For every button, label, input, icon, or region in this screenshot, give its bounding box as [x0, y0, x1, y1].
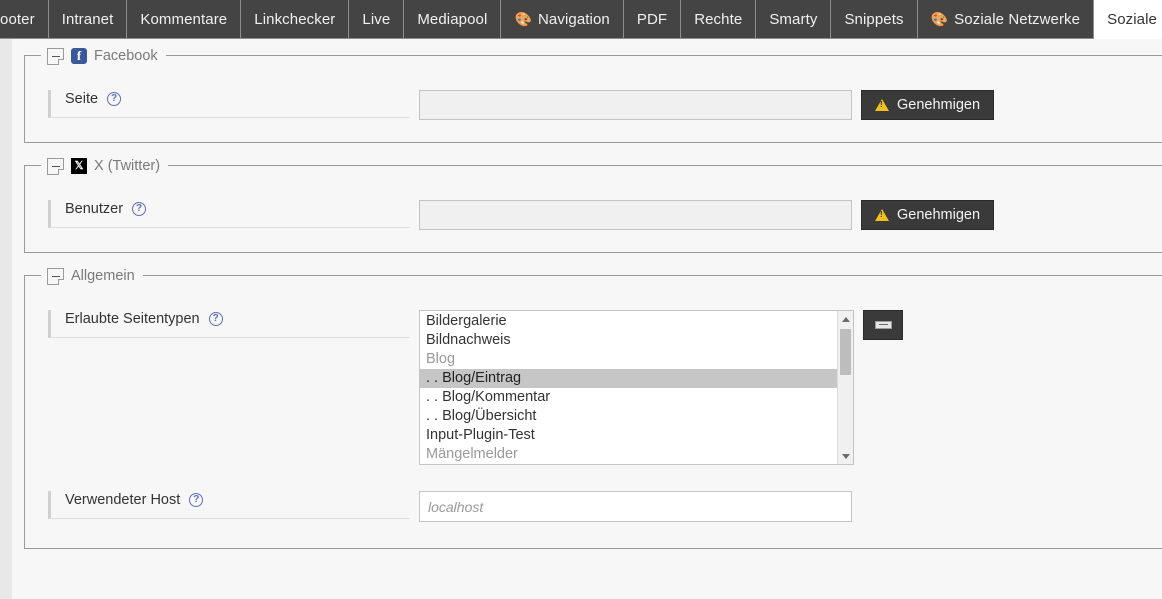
- tab-label: Rechte: [694, 10, 743, 28]
- twitter-benutzer-input[interactable]: [419, 200, 852, 230]
- fieldset-twitter-title: X (Twitter): [94, 158, 161, 174]
- label-verwendeter-host: Verwendeter Host ?: [48, 491, 410, 519]
- tab-rechte[interactable]: Rechte: [681, 0, 757, 39]
- tab-bar: ◁ ooterIntranetKommentareLinkcheckerLive…: [0, 0, 1162, 39]
- button-label: Genehmigen: [897, 97, 981, 113]
- listbox-option[interactable]: . . Blog/Kommentar: [420, 388, 837, 407]
- tab-label: Kommentare: [140, 10, 228, 28]
- tab-mediapool[interactable]: Mediapool: [404, 0, 502, 39]
- fieldset-twitter-body: Benutzer ? Genehmigen: [25, 166, 1162, 252]
- tab-label: Soziale Netzwerke: [1107, 10, 1162, 28]
- help-icon[interactable]: ?: [208, 312, 223, 326]
- field-facebook-seite: Genehmigen: [410, 90, 995, 120]
- scroll-down-arrow-icon[interactable]: [838, 449, 853, 463]
- label-text: Verwendeter Host: [65, 492, 181, 508]
- listbox-option[interactable]: Bildnachweis: [420, 331, 837, 350]
- minus-icon: [874, 321, 892, 329]
- tab-label: Intranet: [61, 10, 114, 28]
- tab-label: Navigation: [537, 10, 610, 28]
- label-text: Benutzer: [65, 201, 124, 217]
- tab-snippets[interactable]: Snippets: [831, 0, 918, 39]
- facebook-icon: f: [71, 48, 87, 64]
- tab-label: Live: [362, 10, 391, 28]
- field-erlaubte-seitentypen: Bildergalerie Bildnachweis Blog. . Blog/Ei…: [410, 310, 903, 465]
- field-verwendeter-host: [410, 491, 852, 522]
- settings-panel: f Facebook Seite ? Genehmigen: [12, 39, 1162, 599]
- tab-label: PDF: [636, 10, 668, 28]
- label-text: Erlaubte Seitentypen: [65, 311, 200, 327]
- palette-icon: 🎨: [514, 11, 532, 27]
- listbox-option[interactable]: . . Blog/Übersicht: [420, 407, 837, 426]
- facebook-seite-input[interactable]: [419, 90, 852, 120]
- x-twitter-icon: 𝕏: [71, 158, 87, 174]
- row-twitter-benutzer: Benutzer ? Genehmigen: [25, 200, 1162, 230]
- verwendeter-host-input[interactable]: [419, 491, 852, 522]
- row-verwendeter-host: Verwendeter Host ?: [25, 491, 1162, 522]
- fieldset-allgemein-body: Erlaubte Seitentypen ? Bildergalerie Bild…: [25, 276, 1162, 548]
- listbox-option[interactable]: Mängelmelder: [420, 445, 837, 464]
- pagetypes-option-list[interactable]: Bildergalerie Bildnachweis Blog. . Blog/Ei…: [420, 311, 837, 464]
- page-body: f Facebook Seite ? Genehmigen: [0, 39, 1162, 599]
- help-icon[interactable]: ?: [107, 92, 122, 106]
- tab-intranet[interactable]: Intranet: [48, 0, 128, 39]
- twitter-genehmigen-button[interactable]: Genehmigen: [861, 200, 995, 230]
- fieldset-facebook-legend: f Facebook: [41, 45, 166, 67]
- fieldset-facebook: f Facebook Seite ? Genehmigen: [24, 45, 1162, 143]
- field-twitter-benutzer: Genehmigen: [410, 200, 995, 230]
- listbox-option[interactable]: . . Blog/Eintrag: [420, 369, 837, 388]
- tab-live[interactable]: Live: [349, 0, 405, 39]
- listbox-option[interactable]: Bildergalerie: [420, 312, 837, 331]
- label-text: Seite: [65, 91, 99, 107]
- fieldset-facebook-title: Facebook: [94, 48, 158, 64]
- palette-icon: 🎨: [930, 11, 949, 27]
- label-twitter-benutzer: Benutzer ?: [48, 200, 410, 228]
- tab-ooter[interactable]: ooter: [0, 0, 49, 39]
- warning-triangle-icon: [875, 99, 889, 111]
- button-label: Genehmigen: [897, 207, 981, 223]
- collapse-minus-icon[interactable]: [47, 267, 64, 285]
- fieldset-allgemein-legend: Allgemein: [41, 265, 143, 287]
- listbox-option[interactable]: Blog: [420, 350, 837, 369]
- scrollbar-thumb[interactable]: [840, 329, 851, 375]
- collapse-minus-icon[interactable]: [47, 47, 64, 65]
- row-erlaubte-seitentypen: Erlaubte Seitentypen ? Bildergalerie Bild…: [25, 310, 1162, 465]
- fieldset-twitter: 𝕏 X (Twitter) Benutzer ? Genehmigen: [24, 155, 1162, 253]
- fieldset-facebook-body: Seite ? Genehmigen: [25, 56, 1162, 142]
- fieldset-allgemein-title: Allgemein: [71, 268, 135, 284]
- remove-pagetype-button[interactable]: [863, 310, 903, 340]
- tab-label: Linkchecker: [254, 10, 336, 28]
- warning-triangle-icon: [875, 209, 889, 221]
- pagetypes-listbox[interactable]: Bildergalerie Bildnachweis Blog. . Blog/Ei…: [419, 310, 854, 465]
- listbox-scrollbar[interactable]: [837, 311, 853, 464]
- tab-smarty[interactable]: Smarty: [756, 0, 832, 39]
- tab-label: Mediapool: [417, 10, 488, 28]
- tab-soziale-netzwerke[interactable]: Soziale Netzwerke: [1094, 0, 1162, 39]
- tab-linkchecker[interactable]: Linkchecker: [241, 0, 350, 39]
- listbox-option[interactable]: Input-Plugin-Test: [420, 426, 837, 445]
- tab-label: ooter: [0, 10, 35, 28]
- tab-soziale-netzwerke[interactable]: 🎨 Soziale Netzwerke: [917, 0, 1095, 39]
- tab-list: ooter Intranet Kommentare Linkchecker Live Me…: [0, 0, 1162, 39]
- tab-label: Snippets: [844, 10, 904, 28]
- tab-label: Smarty: [769, 10, 818, 28]
- tab-navigation[interactable]: 🎨 Navigation: [501, 0, 624, 39]
- row-facebook-seite: Seite ? Genehmigen: [25, 90, 1162, 120]
- tab-kommentare[interactable]: Kommentare: [127, 0, 242, 39]
- help-icon[interactable]: ?: [132, 202, 147, 216]
- scroll-up-arrow-icon[interactable]: [838, 312, 853, 326]
- fieldset-allgemein: Allgemein Erlaubte Seitentypen ? Bilderg…: [24, 265, 1162, 549]
- fieldset-twitter-legend: 𝕏 X (Twitter): [41, 155, 169, 177]
- tab-pdf[interactable]: PDF: [623, 0, 682, 39]
- tab-label: Soziale Netzwerke: [954, 10, 1081, 28]
- help-icon[interactable]: ?: [189, 493, 204, 507]
- label-erlaubte-seitentypen: Erlaubte Seitentypen ?: [48, 310, 410, 338]
- collapse-minus-icon[interactable]: [47, 157, 64, 175]
- label-facebook-seite: Seite ?: [48, 90, 410, 118]
- facebook-genehmigen-button[interactable]: Genehmigen: [861, 90, 995, 120]
